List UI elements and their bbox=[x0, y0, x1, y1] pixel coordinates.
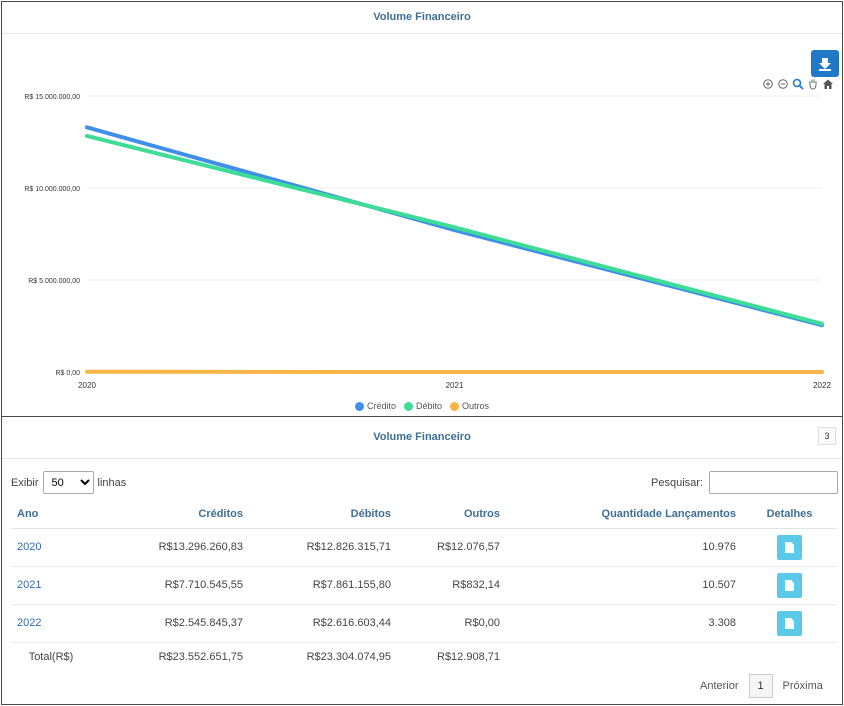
outros-cell: R$0,00 bbox=[397, 604, 506, 643]
record-count-badge: 3 bbox=[818, 427, 836, 445]
legend-marker bbox=[354, 401, 364, 411]
outros-cell: R$12.076,57 bbox=[397, 528, 506, 567]
document-icon bbox=[785, 541, 794, 553]
column-header-creditos[interactable]: Créditos bbox=[91, 501, 249, 529]
x-tick-label: 2021 bbox=[446, 381, 464, 390]
total-outros: R$12.908,71 bbox=[437, 651, 500, 664]
debitos-cell: R$12.826.315,71 bbox=[249, 528, 397, 567]
total-row: Total(R$) R$23.552.651,75 R$23.304.074,9… bbox=[11, 642, 837, 672]
quantidade-cell: 10.507 bbox=[506, 566, 742, 605]
column-header-detalhes[interactable]: Detalhes bbox=[742, 501, 837, 529]
column-header-outros[interactable]: Outros bbox=[397, 501, 506, 529]
creditos-cell: R$7.710.545,55 bbox=[91, 566, 249, 605]
details-button[interactable] bbox=[777, 610, 802, 636]
creditos-cell: R$2.545.845,37 bbox=[91, 604, 249, 643]
year-link[interactable]: 2020 bbox=[17, 541, 41, 553]
table-header-row: Ano Créditos Débitos Outros Quantidade L… bbox=[11, 501, 837, 529]
pagination: Anterior 1 Próxima bbox=[690, 674, 833, 698]
data-table: Ano Créditos Débitos Outros Quantidade L… bbox=[11, 501, 837, 672]
creditos-cell: R$13.296.260,83 bbox=[91, 528, 249, 567]
year-link[interactable]: 2022 bbox=[17, 617, 41, 629]
page-length-select[interactable]: 50 bbox=[42, 471, 94, 494]
legend-marker bbox=[403, 401, 413, 411]
chart-panel: Volume Financeiro R$ 0,00 R$ 5.000.000,00… bbox=[1, 1, 843, 417]
column-header-ano[interactable]: Ano bbox=[11, 501, 91, 529]
legend-item[interactable]: Outros bbox=[450, 401, 489, 411]
total-creditos: R$23.552.651,75 bbox=[158, 651, 243, 664]
legend-label: Débito bbox=[415, 401, 442, 411]
y-tick-label: R$ 5.000.000,00 bbox=[28, 278, 80, 285]
total-label: Total(R$) bbox=[28, 651, 74, 664]
table-row: 2020 R$13.296.260,83 R$12.826.315,71 R$1… bbox=[11, 528, 837, 567]
table-row: 2022 R$2.545.845,37 R$2.616.603,44 R$0,0… bbox=[11, 604, 837, 643]
x-tick-label: 2020 bbox=[78, 381, 96, 390]
x-tick-label: 2022 bbox=[813, 381, 831, 390]
page-number-button[interactable]: 1 bbox=[748, 674, 773, 698]
y-tick-label: R$ 15.000.000,00 bbox=[24, 94, 80, 101]
search-control: Pesquisar: bbox=[651, 471, 838, 494]
debitos-cell: R$7.861.155,80 bbox=[249, 566, 397, 605]
search-input[interactable] bbox=[708, 471, 838, 494]
show-label: Exibir bbox=[11, 476, 39, 489]
document-icon bbox=[785, 617, 794, 629]
quantidade-cell: 10.976 bbox=[506, 528, 742, 567]
y-tick-label: R$ 0,00 bbox=[55, 370, 80, 377]
page-length-control: Exibir 50 linhas bbox=[11, 471, 126, 494]
table-row: 2021 R$7.710.545,55 R$7.861.155,80 R$832… bbox=[11, 566, 837, 605]
column-header-quantidade[interactable]: Quantidade Lançamentos bbox=[506, 501, 742, 529]
y-tick-label: R$ 10.000.000,00 bbox=[24, 186, 80, 193]
details-button[interactable] bbox=[777, 572, 802, 598]
table-title: Volume Financeiro bbox=[2, 417, 842, 459]
column-header-debitos[interactable]: Débitos bbox=[249, 501, 397, 529]
outros-cell: R$832,14 bbox=[397, 566, 506, 605]
legend-item[interactable]: Débito bbox=[403, 401, 442, 411]
previous-page-button[interactable]: Anterior bbox=[690, 680, 749, 692]
document-icon bbox=[785, 579, 794, 591]
total-debitos: R$23.304.074,95 bbox=[306, 651, 391, 664]
legend-label: Crédito bbox=[366, 401, 396, 411]
lines-label: linhas bbox=[97, 476, 127, 489]
chart-legend: Crédito Débito Outros bbox=[2, 401, 842, 411]
search-label: Pesquisar: bbox=[651, 476, 703, 489]
legend-item[interactable]: Crédito bbox=[354, 401, 396, 411]
debitos-cell: R$2.616.603,44 bbox=[249, 604, 397, 643]
year-link[interactable]: 2021 bbox=[17, 579, 41, 591]
next-page-button[interactable]: Próxima bbox=[773, 680, 833, 692]
line-chart: R$ 0,00 R$ 5.000.000,00 R$ 10.000.000,00 R$… bbox=[24, 94, 831, 390]
legend-label: Outros bbox=[462, 401, 490, 411]
legend-marker bbox=[450, 401, 459, 411]
quantidade-cell: 3.308 bbox=[506, 604, 742, 643]
details-button[interactable] bbox=[777, 534, 802, 560]
